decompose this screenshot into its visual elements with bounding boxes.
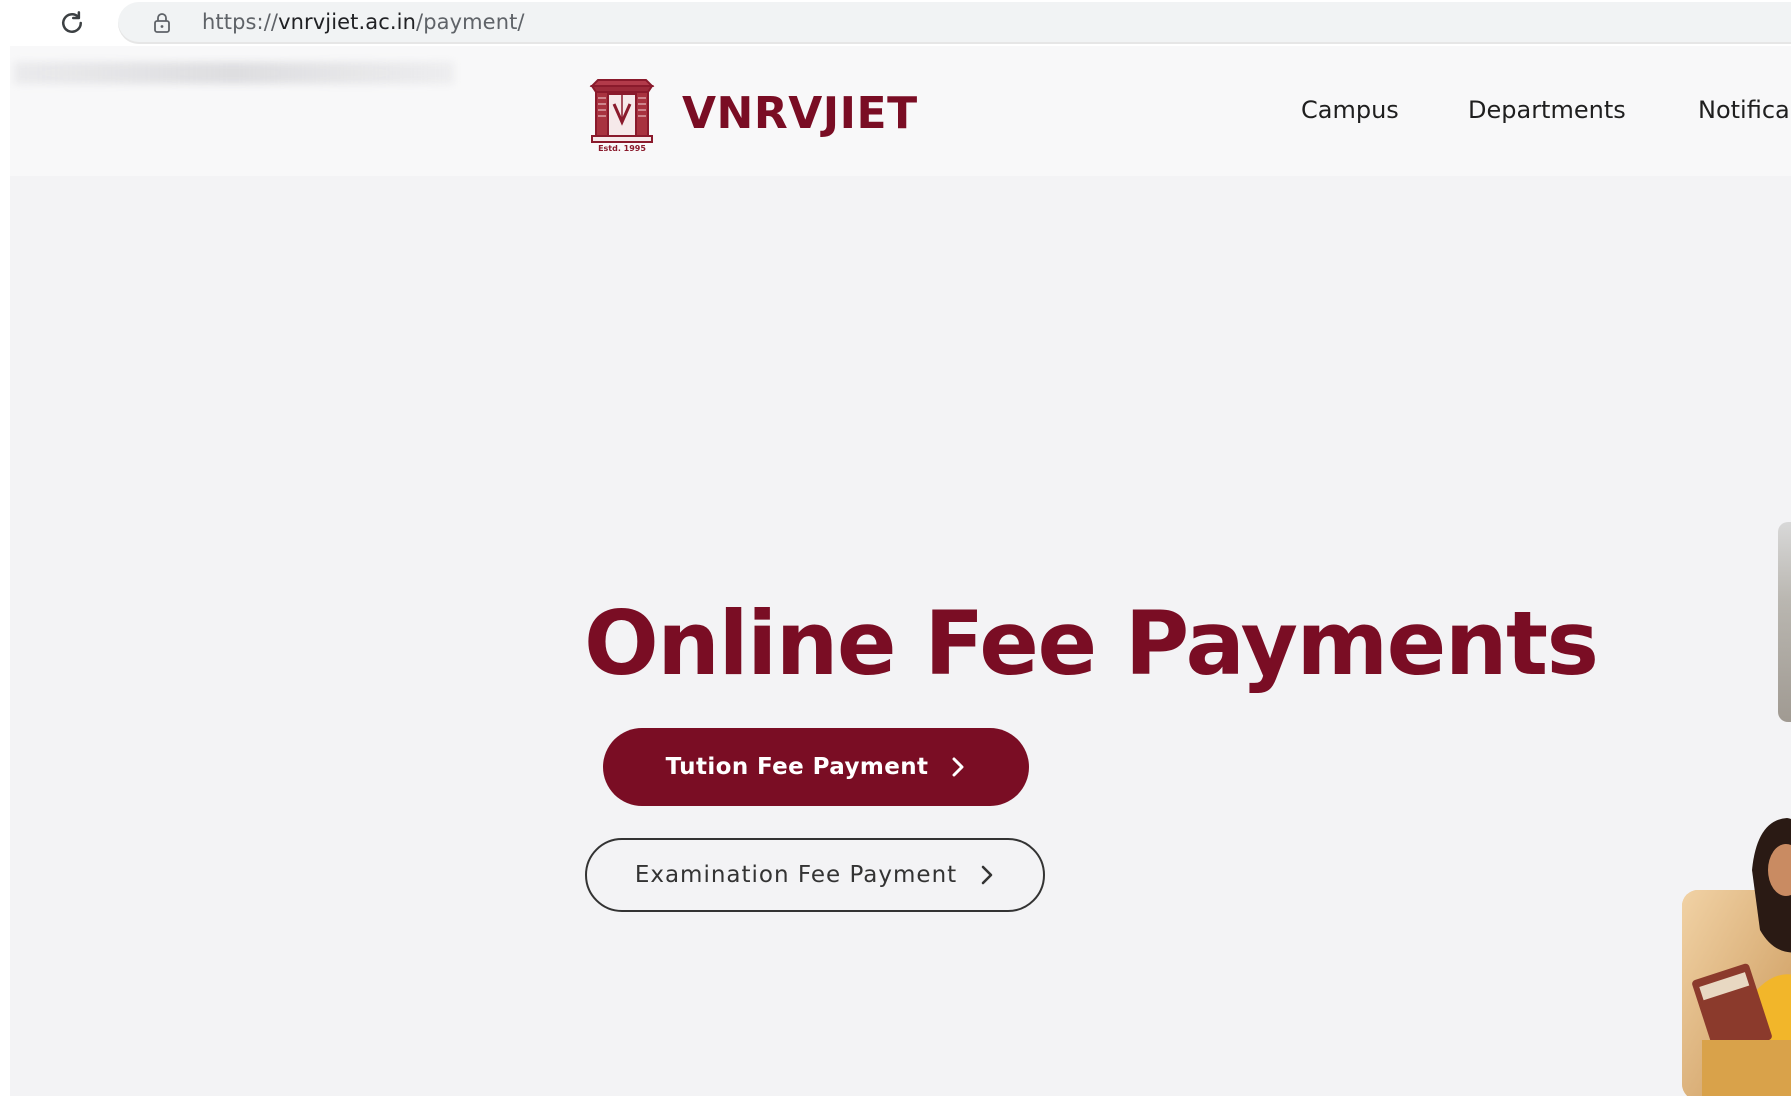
brand-name[interactable]: VNRVJIET <box>682 88 918 139</box>
url-path: /payment/ <box>416 10 525 34</box>
tuition-fee-payment-button[interactable]: Tution Fee Payment <box>603 728 1029 806</box>
blurred-text <box>14 62 454 84</box>
address-bar[interactable]: https://vnrvjiet.ac.in/payment/ <box>118 2 1791 44</box>
college-emblem-icon: Estd. 1995 <box>589 79 655 153</box>
browser-toolbar: https://vnrvjiet.ac.in/payment/ <box>0 0 1791 46</box>
left-edge <box>0 0 10 1096</box>
college-emblem-logo[interactable]: Estd. 1995 <box>584 74 660 154</box>
student-photo <box>1682 810 1791 1096</box>
nav-notifications[interactable]: Notifica <box>1698 96 1790 124</box>
reload-button[interactable] <box>52 6 92 40</box>
hero-photo-fragment <box>1778 522 1791 722</box>
examination-fee-payment-label: Examination Fee Payment <box>634 862 958 888</box>
url-scheme: https:// <box>202 10 279 34</box>
url-host: vnrvjiet.ac.in <box>278 10 417 34</box>
chevron-right-icon <box>981 865 993 885</box>
tuition-fee-payment-label: Tution Fee Payment <box>665 754 929 780</box>
nav-departments[interactable]: Departments <box>1468 96 1626 124</box>
examination-fee-payment-button[interactable]: Examination Fee Payment <box>585 838 1045 912</box>
reload-icon <box>62 11 82 33</box>
logo-caption: Estd. 1995 <box>598 144 646 153</box>
nav-campus[interactable]: Campus <box>1301 96 1399 124</box>
lock-icon[interactable] <box>150 11 174 35</box>
chevron-right-icon <box>952 757 964 777</box>
page: https://vnrvjiet.ac.in/payment/ Estd. 19… <box>0 0 1791 1096</box>
page-title: Online Fee Payments <box>584 592 1599 695</box>
url-text[interactable]: https://vnrvjiet.ac.in/payment/ <box>202 10 525 34</box>
